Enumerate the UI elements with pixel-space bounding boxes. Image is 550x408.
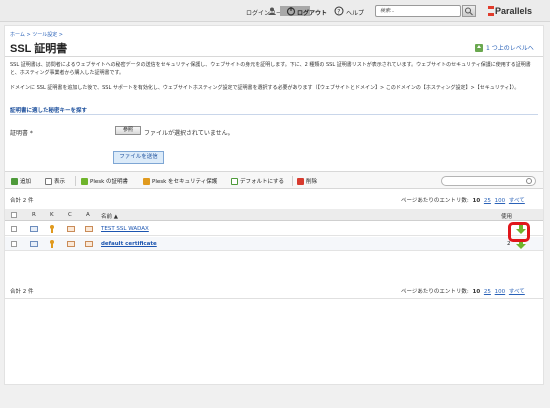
help-icon[interactable]: ? [334,6,344,16]
certificate-request-icon [30,241,38,247]
per-page-100[interactable]: 100 [495,289,506,295]
download-icon [81,177,88,185]
add-icon [11,177,18,185]
total-count-bottom: 合計 2 件 [10,289,34,295]
logo-mark-icon [488,6,494,16]
page-title: SSL 証明書 [10,43,68,55]
description-paragraph-1: SSL 証明書は、訪問者によるウェブサイトへの秘密データの送信をセキュリティ保護… [10,62,531,76]
column-a: A [86,212,90,218]
plesk-certificate-button[interactable]: Plesk の証明書 [81,177,128,185]
divider [5,56,543,57]
per-page-25[interactable]: 25 [484,289,491,295]
per-page-label: ページあたりのエントリ数: [401,289,469,295]
up-arrow-icon [475,43,483,52]
per-page-label: ページあたりのエントリ数: [401,198,469,204]
total-count: 合計 2 件 [10,198,34,204]
divider [10,114,538,115]
logo-text: Parallels [495,6,533,16]
section-title-private-key: 証明書に適した秘密キーを探す [10,108,88,114]
logout-link[interactable]: ログアウト [297,8,327,17]
per-page-selector: ページあたりのエントリ数: 10 25 100 すべて [401,196,525,204]
parallels-logo: Parallels [488,5,532,17]
browse-button[interactable]: 参照 [115,126,141,135]
certificate-name-link[interactable]: TEST SSL WADAX [101,226,149,232]
add-label: 追加 [20,179,32,185]
checkmark-icon [231,177,238,185]
certificate-name-link[interactable]: default certificate [101,241,157,247]
per-page-10[interactable]: 10 [473,289,481,295]
divider [75,176,76,186]
secure-plesk-button[interactable]: Plesk をセキュリティ保護 [143,177,217,185]
divider [5,298,543,299]
ca-certificate-icon [85,241,93,247]
list-search-input[interactable] [441,176,536,186]
table-row: default certificate 2 [5,237,543,251]
help-link[interactable]: ヘルプ [346,8,364,17]
add-button[interactable]: 追加 [11,177,31,185]
certificate-icon [67,226,75,232]
divider [292,176,293,186]
private-key-icon [49,240,55,248]
per-page-10[interactable]: 10 [473,198,481,204]
certificate-request-icon [30,226,38,232]
per-page-100[interactable]: 100 [495,198,506,204]
show-label: 表示 [54,179,66,185]
row-checkbox[interactable] [11,241,17,247]
plesk-certificate-label: Plesk の証明書 [90,179,129,185]
power-icon[interactable] [286,6,296,16]
column-name-sort[interactable]: 名前 ▲ [101,212,118,220]
delete-button[interactable]: 削除 [297,177,317,185]
show-button[interactable]: 表示 [45,177,65,185]
private-key-icon [49,225,55,233]
row-checkbox[interactable] [11,226,17,232]
top-header: ログインユーザ： ログアウト ? ヘルプ 検索... Parallels [0,0,550,22]
column-k: K [50,212,54,218]
certificate-icon [67,241,75,247]
column-c: C [68,212,72,218]
table-row: TEST SSL WADAX [5,222,543,236]
user-icon [268,7,276,15]
column-usage: 使用 [501,214,513,220]
send-file-button[interactable]: ファイルを送信 [113,151,164,164]
delete-x-icon [297,177,304,185]
set-default-label: デフォルトにする [240,179,285,185]
column-r: R [32,212,36,218]
up-one-level-link[interactable]: 1 つ上のレベルへ [475,43,534,52]
breadcrumb[interactable]: ホーム > ツール設定 > [10,31,63,38]
list-toolbar: 追加 表示 Plesk の証明書 Plesk をセキュリティ保護 デフォルトにす… [5,171,543,189]
per-page-selector-bottom: ページあたりのエントリ数: 10 25 100 すべて [401,287,525,295]
ca-certificate-icon [85,226,93,232]
lock-icon [143,177,150,185]
description-paragraph-2: ドメインに SSL 証明書を追加した後で、SSL サポートを有効化し、ウェブサイ… [10,85,520,91]
per-page-all[interactable]: すべて [509,289,525,295]
search-icon [526,178,532,184]
certificate-field-label: 証明書 * [10,130,33,137]
usage-count: 2 [507,241,511,247]
delete-label: 削除 [306,179,318,185]
view-icon [45,177,52,185]
select-all-checkbox[interactable] [11,212,17,218]
table-header: R K C A 名前 ▲ 使用 [5,209,543,221]
highlight-annotation [508,222,530,242]
global-search-input[interactable]: 検索... [375,5,461,17]
secure-plesk-label: Plesk をセキュリティ保護 [152,179,218,185]
per-page-25[interactable]: 25 [484,198,491,204]
search-icon [465,7,473,16]
svg-text:?: ? [337,8,340,15]
main-panel: ホーム > ツール設定 > SSL 証明書 1 つ上のレベルへ SSL 証明書は… [4,25,544,385]
set-default-button[interactable]: デフォルトにする [231,177,284,185]
per-page-all[interactable]: すべて [509,198,525,204]
file-status-text: ファイルが選択されていません。 [144,130,234,137]
search-button[interactable] [462,5,476,17]
up-one-level-label: 1 つ上のレベルへ [486,45,534,52]
